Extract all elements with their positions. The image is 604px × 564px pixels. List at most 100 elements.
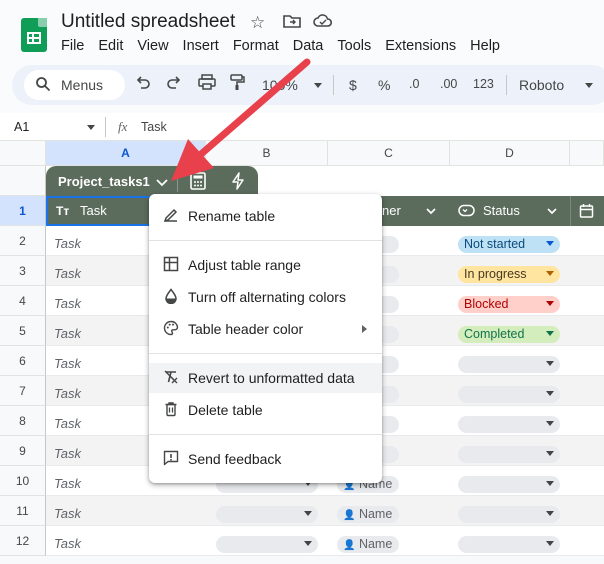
status-column-chevron-icon[interactable]: [545, 204, 559, 222]
task-cell[interactable]: Task: [54, 386, 81, 401]
fill-drop-icon: [162, 288, 180, 306]
row-header[interactable]: 4: [0, 286, 46, 316]
increase-decimal-button[interactable]: .00: [440, 77, 457, 91]
status-chip-empty[interactable]: [458, 356, 560, 373]
print-icon[interactable]: [198, 74, 216, 94]
status-chip[interactable]: Not started: [458, 236, 560, 253]
menu-extensions[interactable]: Extensions: [385, 38, 456, 54]
table-calculator-icon[interactable]: [189, 172, 207, 195]
column-header-e[interactable]: [570, 141, 604, 166]
row-header[interactable]: 12: [0, 526, 46, 556]
menu-divider: [149, 434, 382, 435]
status-chip[interactable]: Blocked: [458, 296, 560, 313]
menu-item-label: Revert to unformatted data: [188, 370, 355, 386]
owner-column-header[interactable]: ner: [382, 203, 401, 218]
status-column-header[interactable]: Status: [483, 203, 520, 218]
row-header[interactable]: 3: [0, 256, 46, 286]
cloud-saved-icon[interactable]: [313, 13, 333, 34]
menu-item-delete-table[interactable]: Delete table: [149, 395, 382, 425]
status-chip-empty[interactable]: [458, 506, 560, 523]
owner-chip[interactable]: 👤 Name: [337, 536, 399, 553]
task-cell[interactable]: Task: [54, 236, 81, 251]
date-type-icon: [579, 203, 594, 223]
row-header[interactable]: 9: [0, 436, 46, 466]
select-all-corner[interactable]: [0, 141, 46, 166]
column-header-d[interactable]: D: [450, 141, 570, 166]
row-header[interactable]: 5: [0, 316, 46, 346]
task-cell[interactable]: Task: [54, 296, 81, 311]
menu-data[interactable]: Data: [293, 38, 324, 54]
column-header-a[interactable]: A: [46, 141, 206, 166]
status-chip[interactable]: In progress: [458, 266, 560, 283]
column-header-b[interactable]: B: [206, 141, 328, 166]
decrease-decimal-button[interactable]: .0: [409, 77, 419, 91]
menu-edit[interactable]: Edit: [98, 38, 123, 54]
task-cell[interactable]: Task: [54, 266, 81, 281]
row-header[interactable]: 2: [0, 226, 46, 256]
menu-file[interactable]: File: [61, 38, 84, 54]
zoom-dropdown-icon[interactable]: [314, 83, 322, 88]
sheets-logo-icon[interactable]: [21, 18, 47, 52]
move-folder-icon[interactable]: [283, 13, 301, 34]
menu-format[interactable]: Format: [233, 38, 279, 54]
font-dropdown-icon[interactable]: [585, 83, 593, 88]
task-column-header[interactable]: Task: [80, 203, 107, 218]
font-select[interactable]: Roboto: [519, 77, 564, 93]
status-chip[interactable]: Completed: [458, 326, 560, 343]
task-cell[interactable]: Task: [54, 356, 81, 371]
spreadsheet-window: Untitled spreadsheet ☆ File Edit View In…: [0, 0, 604, 564]
formula-input[interactable]: Task: [141, 120, 167, 134]
task-cell[interactable]: Task: [54, 446, 81, 461]
number-format-button[interactable]: 123: [473, 77, 494, 91]
name-box-dropdown-icon[interactable]: [87, 125, 95, 130]
currency-format-button[interactable]: $: [349, 77, 357, 93]
table-tab-gutter: [0, 166, 46, 196]
owner-column-chevron-icon[interactable]: [424, 204, 438, 222]
task-cell[interactable]: Task: [54, 326, 81, 341]
status-chip-empty[interactable]: [458, 416, 560, 433]
owner-chip[interactable]: 👤 Name: [337, 506, 399, 523]
document-title[interactable]: Untitled spreadsheet: [61, 11, 235, 33]
task-cell[interactable]: Task: [54, 476, 81, 491]
row-header-1[interactable]: 1: [0, 196, 46, 226]
toolbar-divider: [506, 75, 507, 95]
column-divider: [570, 196, 571, 226]
menu-item-adjust-table-range[interactable]: Adjust table range: [149, 250, 382, 280]
table-name[interactable]: Project_tasks1: [58, 174, 150, 189]
task-cell[interactable]: Task: [54, 506, 81, 521]
submenu-arrow-icon: [362, 325, 367, 333]
row-header[interactable]: 8: [0, 406, 46, 436]
menu-item-table-header-color[interactable]: Table header color: [149, 314, 382, 344]
column-b-chip-empty[interactable]: [216, 536, 318, 553]
status-chip-empty[interactable]: [458, 446, 560, 463]
menu-help[interactable]: Help: [470, 38, 500, 54]
task-cell[interactable]: Task: [54, 416, 81, 431]
menu-insert[interactable]: Insert: [183, 38, 219, 54]
zoom-select[interactable]: 100%: [262, 77, 298, 93]
menu-view[interactable]: View: [137, 38, 168, 54]
row-header[interactable]: 7: [0, 376, 46, 406]
menu-item-revert-to-unformatted-data[interactable]: Revert to unformatted data: [149, 363, 382, 393]
row-header[interactable]: 6: [0, 346, 46, 376]
column-header-c[interactable]: C: [328, 141, 450, 166]
row-header[interactable]: 11: [0, 496, 46, 526]
paint-format-icon[interactable]: [229, 74, 245, 95]
status-chip-empty[interactable]: [458, 476, 560, 493]
status-chip-empty[interactable]: [458, 386, 560, 403]
menu-item-rename-table[interactable]: Rename table: [149, 201, 382, 231]
percent-format-button[interactable]: %: [378, 77, 390, 93]
undo-icon[interactable]: [135, 74, 151, 94]
menu-item-turn-off-alternating-colors[interactable]: Turn off alternating colors: [149, 282, 382, 312]
column-b-chip-empty[interactable]: [216, 506, 318, 523]
table-menu-chevron-icon[interactable]: [150, 172, 174, 192]
row-header[interactable]: 10: [0, 466, 46, 496]
fx-icon: fx: [118, 119, 128, 134]
task-cell[interactable]: Task: [54, 536, 81, 551]
redo-icon[interactable]: [166, 74, 182, 94]
star-icon[interactable]: ☆: [250, 13, 265, 33]
menu-tools[interactable]: Tools: [337, 38, 371, 54]
menu-item-send-feedback[interactable]: Send feedback: [149, 444, 382, 474]
table-automation-bolt-icon[interactable]: [230, 172, 246, 195]
status-chip-empty[interactable]: [458, 536, 560, 553]
name-box[interactable]: A1: [14, 120, 29, 134]
